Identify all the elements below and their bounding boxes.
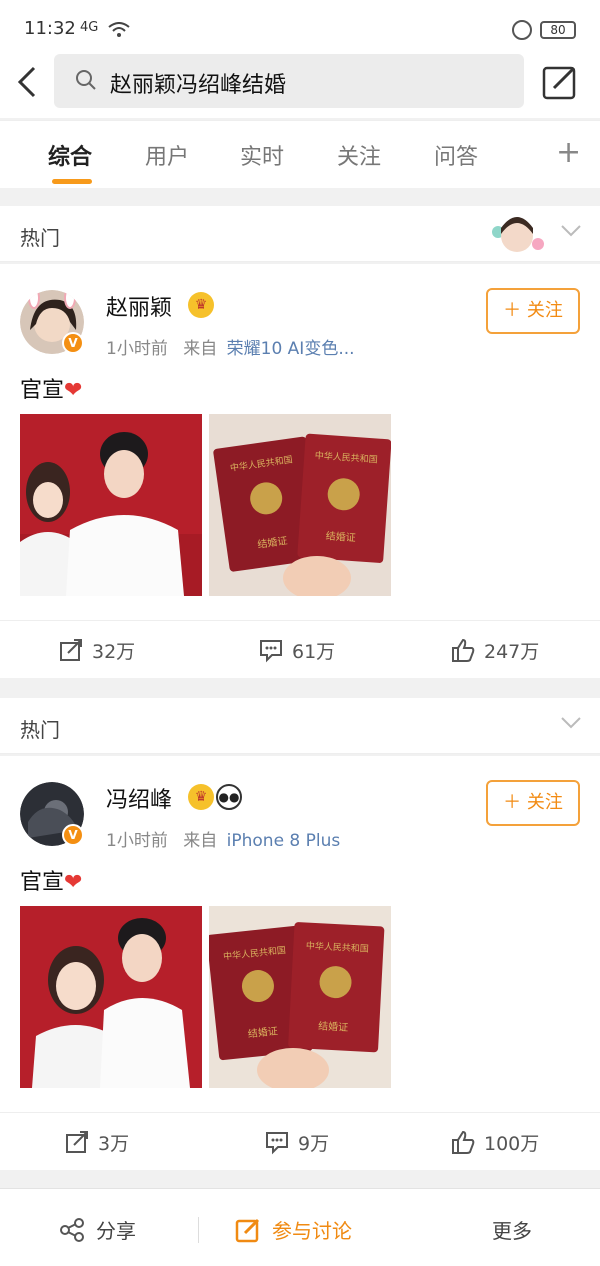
share-count: 3万 [98, 1132, 130, 1155]
post-from-label: 来自 [183, 339, 218, 359]
bottom-share-button[interactable]: 分享 [58, 1215, 136, 1244]
section-header: 热门 [0, 206, 600, 262]
battery-indicator: 80 [540, 21, 576, 39]
tab-users[interactable]: 用户 [145, 139, 189, 171]
post-photo-couple[interactable] [20, 906, 202, 1088]
share-icon [66, 1131, 88, 1153]
comment-icon [260, 640, 282, 663]
post-from-label: 来自 [183, 831, 218, 851]
follow-label: 关注 [526, 300, 563, 321]
wifi-icon [108, 22, 130, 37]
search-input[interactable]: 赵丽颖冯绍峰结婚 [54, 54, 524, 108]
post-actions: 32万 61万 247万 [0, 620, 600, 678]
share-action[interactable]: 32万 [58, 635, 135, 665]
post-meta: 1小时前 来自 iPhone 8 Plus [106, 826, 340, 851]
add-tab-icon[interactable]: + [556, 135, 581, 170]
tab-following[interactable]: 关注 [337, 139, 381, 171]
compose-icon[interactable] [540, 62, 580, 102]
section-header: 热门 [0, 698, 600, 754]
post-text-content: 官宣 [20, 870, 65, 895]
discuss-button[interactable]: 参与讨论 [234, 1215, 352, 1244]
post-meta: 1小时前 来自 荣耀10 AI变色... [106, 334, 355, 359]
like-count: 247万 [484, 640, 540, 663]
heart-icon: ❤ [64, 378, 83, 403]
share-action[interactable]: 3万 [64, 1127, 129, 1157]
like-count: 100万 [484, 1132, 540, 1155]
discuss-label: 参与讨论 [272, 1219, 352, 1243]
more-label: 更多 [492, 1219, 532, 1243]
username[interactable]: 赵丽颖 [106, 290, 172, 322]
vip-crown-icon: ♛ [188, 784, 214, 810]
tab-comprehensive[interactable]: 综合 [48, 139, 92, 171]
post-text-content: 官宣 [20, 378, 65, 403]
search-icon [76, 70, 96, 90]
search-query: 赵丽颖冯绍峰结婚 [110, 73, 287, 98]
post-time: 1小时前 [106, 339, 168, 359]
follow-button[interactable]: ＋ 关注 [486, 780, 580, 826]
post-source[interactable]: 荣耀10 AI变色... [227, 339, 355, 359]
like-icon [452, 1130, 475, 1154]
plus-icon: ＋ [503, 792, 522, 813]
like-action[interactable]: 100万 [450, 1127, 539, 1157]
clock: 11:32 [24, 18, 76, 39]
post-card: V 冯绍峰 ♛ ●● 1小时前 来自 iPhone 8 Plus ＋ 关注 官宣… [0, 756, 600, 1170]
verified-badge-icon: V [62, 824, 84, 846]
comment-count: 61万 [292, 640, 336, 663]
post-text: 官宣❤ [20, 372, 82, 404]
tab-realtime[interactable]: 实时 [240, 139, 284, 171]
search-header: 赵丽颖冯绍峰结婚 [0, 48, 600, 118]
post-photo-couple[interactable] [20, 414, 202, 596]
plus-icon: ＋ [503, 300, 522, 321]
post-actions: 3万 9万 100万 [0, 1112, 600, 1170]
panda-badge-icon: ●● [216, 784, 242, 810]
post-photo-certificates[interactable]: 中华人民共和国 结婚证 中华人民共和国 结婚证 [209, 414, 391, 596]
comment-action[interactable]: 61万 [258, 635, 335, 665]
bottom-action-bar: 分享 参与讨论 更多 [0, 1188, 600, 1266]
share-icon [60, 639, 82, 661]
comment-count: 9万 [298, 1132, 330, 1155]
hot-avatar-icon [492, 217, 544, 252]
verified-badge-icon: V [62, 332, 84, 354]
share-nodes-icon [60, 1217, 84, 1242]
tab-qa[interactable]: 问答 [434, 139, 478, 171]
post-source[interactable]: iPhone 8 Plus [227, 831, 341, 851]
section-label: 热门 [20, 718, 60, 742]
signal-indicator: 4G [80, 20, 99, 35]
share-count: 32万 [92, 640, 136, 663]
comment-icon [266, 1132, 288, 1155]
follow-label: 关注 [526, 792, 563, 813]
follow-button[interactable]: ＋ 关注 [486, 288, 580, 334]
username[interactable]: 冯绍峰 [106, 782, 172, 814]
chevron-down-icon[interactable] [560, 224, 582, 238]
more-button[interactable]: 更多 [492, 1215, 532, 1244]
post-text: 官宣❤ [20, 864, 82, 896]
bottom-share-label: 分享 [96, 1219, 136, 1243]
like-action[interactable]: 247万 [450, 635, 539, 665]
post-card: V 赵丽颖 ♛ 1小时前 来自 荣耀10 AI变色... ＋ 关注 官宣❤ 中华… [0, 264, 600, 678]
heart-icon: ❤ [64, 870, 83, 895]
post-time: 1小时前 [106, 831, 168, 851]
like-icon [452, 638, 475, 662]
comment-action[interactable]: 9万 [264, 1127, 329, 1157]
divider [198, 1217, 199, 1243]
post-photo-certificates[interactable]: 中华人民共和国 结婚证 中华人民共和国 结婚证 [209, 906, 391, 1088]
tab-bar: 综合 用户 实时 关注 问答 + [0, 120, 600, 188]
back-arrow-icon[interactable] [14, 64, 40, 100]
chevron-down-icon[interactable] [560, 716, 582, 730]
active-tab-indicator [52, 179, 92, 184]
vip-crown-icon: ♛ [188, 292, 214, 318]
rotation-lock-icon [512, 20, 532, 40]
edit-icon [235, 1218, 260, 1242]
section-label: 热门 [20, 226, 60, 250]
